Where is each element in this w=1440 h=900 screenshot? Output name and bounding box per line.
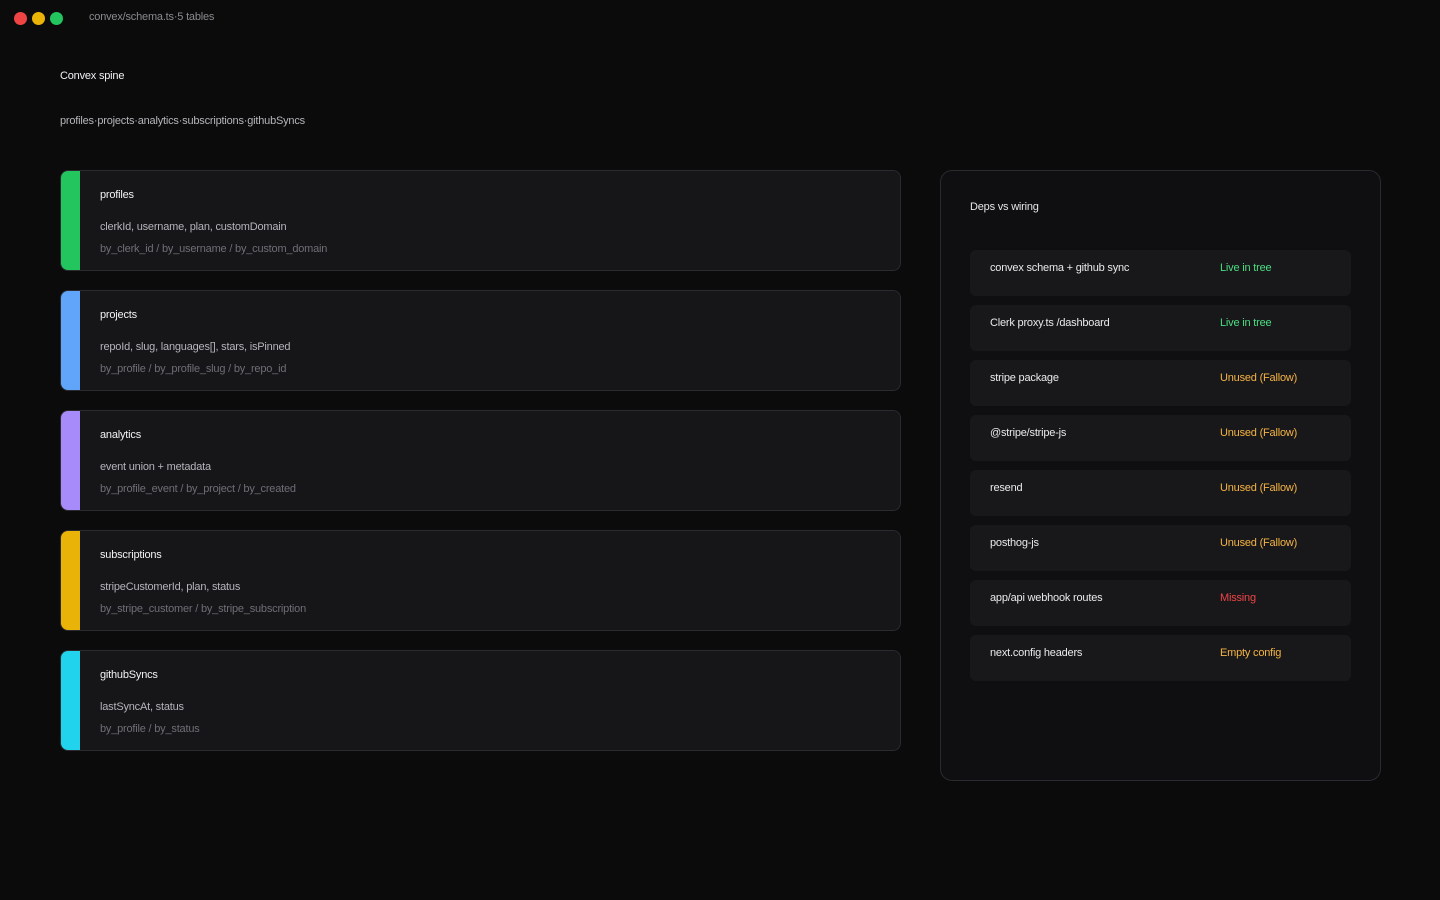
dep-status: Missing [1220,592,1256,604]
close-window-button[interactable] [14,12,27,25]
table-indexes: by_profile / by_status [100,723,200,735]
table-name: profiles [100,189,134,201]
minimize-window-button[interactable] [32,12,45,25]
dep-row[interactable]: posthog-js Unused (Fallow) [970,525,1351,571]
table-accent-bar [61,411,80,510]
table-name: subscriptions [100,549,162,561]
dep-status: Unused (Fallow) [1220,482,1298,494]
dep-status: Live in tree [1220,317,1272,329]
table-fields: repoId, slug, languages[], stars, isPinn… [100,341,291,353]
table-indexes: by_profile / by_profile_slug / by_repo_i… [100,363,287,375]
table-name: analytics [100,429,141,441]
table-accent-bar [61,291,80,390]
dep-row[interactable]: stripe package Unused (Fallow) [970,360,1351,406]
dep-row[interactable]: @stripe/stripe-js Unused (Fallow) [970,415,1351,461]
table-fields: stripeCustomerId, plan, status [100,581,241,593]
table-accent-bar [61,651,80,750]
dep-status: Unused (Fallow) [1220,537,1298,549]
table-fields: clerkId, username, plan, customDomain [100,221,287,233]
table-card-analytics[interactable]: analytics event union + metadata by_prof… [60,410,901,511]
panel-title: Deps vs wiring [970,201,1039,213]
dep-name: @stripe/stripe-js [990,427,1067,439]
table-indexes: by_clerk_id / by_username / by_custom_do… [100,243,328,255]
dep-status: Live in tree [1220,262,1272,274]
dep-name: stripe package [990,372,1059,384]
table-fields: lastSyncAt, status [100,701,184,713]
table-indexes: by_stripe_customer / by_stripe_subscript… [100,603,307,615]
table-card-projects[interactable]: projects repoId, slug, languages[], star… [60,290,901,391]
dep-name: convex schema + github sync [990,262,1130,274]
dep-name: resend [990,482,1023,494]
table-name: projects [100,309,137,321]
table-card-subscriptions[interactable]: subscriptions stripeCustomerId, plan, st… [60,530,901,631]
table-name: githubSyncs [100,669,158,681]
dep-status: Unused (Fallow) [1220,427,1298,439]
dep-name: app/api webhook routes [990,592,1103,604]
window-title: convex/schema.ts·5 tables [89,11,215,23]
table-card-githubsyncs[interactable]: githubSyncs lastSyncAt, status by_profil… [60,650,901,751]
table-card-profiles[interactable]: profiles clerkId, username, plan, custom… [60,170,901,271]
dep-row[interactable]: convex schema + github sync Live in tree [970,250,1351,296]
table-indexes: by_profile_event / by_project / by_creat… [100,483,296,495]
window-titlebar: convex/schema.ts·5 tables [0,0,1440,36]
page-title: Convex spine [60,70,125,82]
deps-vs-wiring-panel: Deps vs wiring convex schema + github sy… [940,170,1381,781]
table-list-summary: profiles·projects·analytics·subscription… [60,115,305,127]
table-fields: event union + metadata [100,461,211,473]
dep-row[interactable]: next.config headers Empty config [970,635,1351,681]
dep-row[interactable]: resend Unused (Fallow) [970,470,1351,516]
dep-name: next.config headers [990,647,1083,659]
table-accent-bar [61,531,80,630]
dep-name: Clerk proxy.ts /dashboard [990,317,1110,329]
dep-row[interactable]: app/api webhook routes Missing [970,580,1351,626]
dep-name: posthog-js [990,537,1039,549]
maximize-window-button[interactable] [50,12,63,25]
dep-status: Unused (Fallow) [1220,372,1298,384]
table-accent-bar [61,171,80,270]
dep-row[interactable]: Clerk proxy.ts /dashboard Live in tree [970,305,1351,351]
dep-status: Empty config [1220,647,1282,659]
schema-tables-list: profiles clerkId, username, plan, custom… [60,170,901,770]
deps-list: convex schema + github sync Live in tree… [970,250,1351,690]
